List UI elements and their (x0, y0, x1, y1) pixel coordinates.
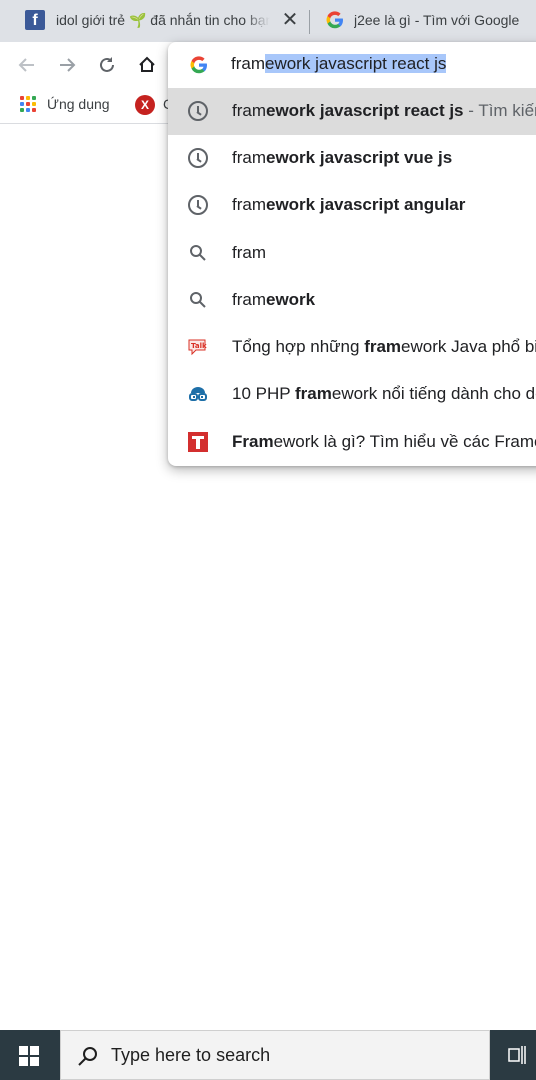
autocomplete-selection: ework javascript react js (265, 54, 447, 73)
history-icon (188, 148, 208, 168)
address-input[interactable]: framework javascript react js (231, 54, 447, 74)
apps-bookmark-label[interactable]: Ứng dụng (47, 96, 110, 112)
suggestion-bold: ework javascript react js (266, 101, 464, 120)
suggestion-prefix: fram (232, 148, 266, 167)
tab-google[interactable]: j2ee là gì - Tìm với Google (310, 0, 536, 42)
suggestion-prefix: fram (232, 101, 266, 120)
suggestion-row[interactable]: Talk Tổng hợp những framework Java phổ b… (168, 324, 536, 371)
tab-strip: f idol giới trẻ 🌱 đã nhắn tin cho bạn ✕ … (0, 0, 536, 42)
suggestion-bold: ework javascript vue js (266, 148, 453, 167)
omnibox-dropdown: framework javascript react js framework … (168, 42, 536, 466)
back-button[interactable] (14, 52, 40, 78)
apps-grid-icon[interactable] (20, 96, 36, 112)
tab-title: idol giới trẻ 🌱 đã nhắn tin cho bạn (56, 12, 270, 28)
suggestion-prefix: 10 PHP (232, 384, 296, 403)
suggestion-bold: fram (364, 337, 402, 356)
reload-button[interactable] (94, 52, 120, 78)
suggestion-prefix: fram (232, 243, 266, 262)
google-icon (190, 56, 207, 74)
search-icon (190, 245, 206, 261)
task-view-icon[interactable] (508, 1045, 530, 1065)
suggestion-suffix: - Tìm kiếm với Google (468, 101, 536, 120)
forward-button[interactable] (54, 52, 80, 78)
search-icon (190, 292, 206, 308)
start-button[interactable] (0, 1030, 60, 1080)
reload-icon (100, 57, 114, 72)
close-tab-icon[interactable]: ✕ (280, 10, 300, 30)
home-icon (139, 56, 155, 72)
suggestion-prefix: fram (232, 290, 266, 309)
windows-taskbar: Type here to search (0, 1030, 536, 1080)
taskbar-search-box[interactable]: Type here to search (60, 1030, 490, 1080)
suggestion-row[interactable]: framework javascript vue js (168, 135, 536, 182)
google-icon (326, 11, 343, 29)
windows-logo-icon (19, 1046, 39, 1066)
php-site-icon (189, 387, 207, 401)
svg-text:Talk: Talk (191, 342, 207, 350)
suggestion-prefix: fram (232, 195, 266, 214)
suggestion-bold: fram (295, 384, 332, 403)
search-placeholder: Type here to search (111, 1045, 271, 1065)
suggestion-suffix: ework là gì? Tìm hiểu về các Framework (273, 432, 536, 451)
suggestion-row[interactable]: fram (168, 230, 536, 277)
history-icon (188, 195, 208, 215)
suggestion-suffix: ework Java phổ biến nhất (401, 337, 536, 356)
facebook-icon: f (25, 10, 45, 30)
address-bar[interactable]: framework javascript react js (168, 42, 536, 88)
suggestion-suffix: ework nổi tiếng dành cho developer (331, 384, 536, 403)
suggestion-row[interactable]: Framework là gì? Tìm hiểu về các Framewo… (168, 419, 536, 466)
search-icon (78, 1047, 97, 1066)
suggestion-bold: ework (266, 290, 316, 309)
suggestion-row[interactable]: framework javascript react js - Tìm kiếm… (168, 88, 536, 135)
tab-facebook[interactable]: f idol giới trẻ 🌱 đã nhắn tin cho bạn ✕ (0, 0, 308, 42)
suggestion-bold: ework javascript angular (266, 195, 466, 214)
suggestion-prefix: Tổng hợp những (232, 337, 365, 356)
forward-arrow-icon (60, 58, 76, 72)
tab-title: j2ee là gì - Tìm với Google (354, 12, 520, 28)
bookmark-x-icon[interactable]: X (135, 95, 155, 115)
t-site-icon (188, 432, 208, 452)
back-arrow-icon (18, 58, 34, 72)
home-button[interactable] (134, 52, 160, 78)
suggestion-bold: Fram (232, 432, 274, 451)
suggestion-row[interactable]: framework (168, 277, 536, 324)
history-icon (188, 101, 208, 121)
typed-text: fram (231, 54, 265, 73)
talk-site-icon: Talk (188, 339, 207, 356)
suggestion-row[interactable]: 10 PHP framework nổi tiếng dành cho deve… (168, 371, 536, 418)
suggestion-row[interactable]: framework javascript angular (168, 182, 536, 229)
